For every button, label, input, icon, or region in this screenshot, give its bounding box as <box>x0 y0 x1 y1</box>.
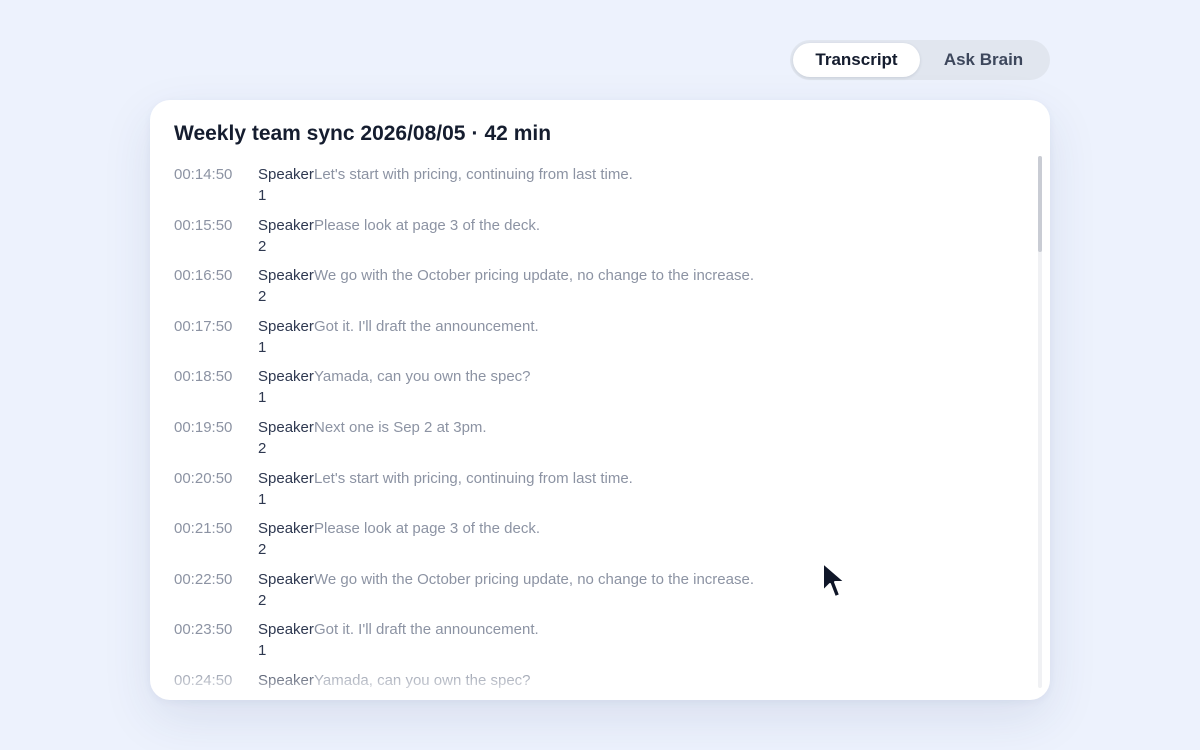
timestamp[interactable]: 00:23:50 <box>174 619 258 640</box>
transcript-panel: Weekly team sync 2026/08/05 · 42 min 00:14… <box>150 100 1050 700</box>
speaker-label: Speaker 1 <box>258 317 314 356</box>
speaker-label: Speaker <box>258 671 314 689</box>
transcript-list[interactable]: 00:14:50 Speaker 1 Let's start with pricin… <box>174 164 1030 700</box>
timestamp[interactable]: 00:19:50 <box>174 417 258 438</box>
speaker-label: Speaker 2 <box>258 267 314 306</box>
utterance-text: Got it. I'll draft the announcement. <box>314 317 539 335</box>
utterance-text: Let's start with pricing, continuing fro… <box>314 469 633 487</box>
utterance-text: We go with the October pricing update, n… <box>314 267 754 285</box>
speaker-label: Speaker 1 <box>258 368 314 407</box>
timestamp[interactable]: 00:22:50 <box>174 569 258 590</box>
speaker-label: Speaker 1 <box>258 166 314 204</box>
tab-ask-brain[interactable]: Ask Brain <box>920 43 1047 77</box>
transcript-row: 00:23:50 Speaker 1 Got it. I'll draft the … <box>174 619 1030 670</box>
utterance-text: Next one is Sep 2 at 3pm. <box>314 418 487 436</box>
utterance-text: Please look at page 3 of the deck. <box>314 216 540 234</box>
timestamp[interactable]: 00:20:50 <box>174 468 258 489</box>
transcript-row: 00:18:50 Speaker 1 Yamada, can you own the… <box>174 366 1030 417</box>
tab-transcript[interactable]: Transcript <box>793 43 920 77</box>
speaker-label: Speaker 2 <box>258 216 314 255</box>
meeting-duration: 42 min <box>484 122 552 145</box>
transcript-row: 00:14:50 Speaker 1 Let's start with pricin… <box>174 164 1030 215</box>
transcript-row: 00:16:50 Speaker 2 We go with the October … <box>174 265 1030 316</box>
speaker-label: Speaker 2 <box>258 570 314 609</box>
transcript-row: 00:15:50 Speaker 2 Please look at page 3 o… <box>174 215 1030 266</box>
transcript-row: 00:20:50 Speaker 1 Let's start with pricin… <box>174 468 1030 519</box>
transcript-row: 00:24:50 Speaker Yamada, can you own the s… <box>174 670 1030 700</box>
timestamp[interactable]: 00:21:50 <box>174 518 258 539</box>
meeting-name: Weekly team sync 2026/08/05 <box>174 122 466 145</box>
utterance-text: Yamada, can you own the spec? <box>314 368 531 386</box>
view-tabs: Transcript Ask Brain <box>790 40 1050 80</box>
timestamp[interactable]: 00:24:50 <box>174 670 258 691</box>
transcript-row: 00:17:50 Speaker 1 Got it. I'll draft the … <box>174 316 1030 367</box>
timestamp[interactable]: 00:15:50 <box>174 215 258 236</box>
utterance-text: Let's start with pricing, continuing fro… <box>314 166 633 183</box>
title-separator: · <box>471 122 479 145</box>
transcript-row: 00:22:50 Speaker 2 We go with the October … <box>174 569 1030 620</box>
utterance-text: Yamada, can you own the spec? <box>314 671 531 689</box>
speaker-label: Speaker 1 <box>258 469 314 508</box>
timestamp[interactable]: 00:18:50 <box>174 366 258 387</box>
meeting-title: Weekly team sync 2026/08/05 · 42 min <box>174 122 551 146</box>
transcript-scrollbar[interactable] <box>1038 156 1042 688</box>
utterance-text: Got it. I'll draft the announcement. <box>314 621 539 639</box>
utterance-text: We go with the October pricing update, n… <box>314 570 754 588</box>
transcript-row: 00:21:50 Speaker 2 Please look at page 3 o… <box>174 518 1030 569</box>
timestamp[interactable]: 00:17:50 <box>174 316 258 337</box>
transcript-row: 00:19:50 Speaker 2 Next one is Sep 2 at 3p… <box>174 417 1030 468</box>
mouse-cursor-icon <box>822 562 846 598</box>
scrollbar-thumb[interactable] <box>1038 156 1042 252</box>
utterance-text: Please look at page 3 of the deck. <box>314 520 540 538</box>
speaker-label: Speaker 2 <box>258 418 314 457</box>
timestamp[interactable]: 00:16:50 <box>174 265 258 286</box>
speaker-label: Speaker 1 <box>258 621 314 660</box>
timestamp[interactable]: 00:14:50 <box>174 164 258 185</box>
speaker-label: Speaker 2 <box>258 520 314 559</box>
